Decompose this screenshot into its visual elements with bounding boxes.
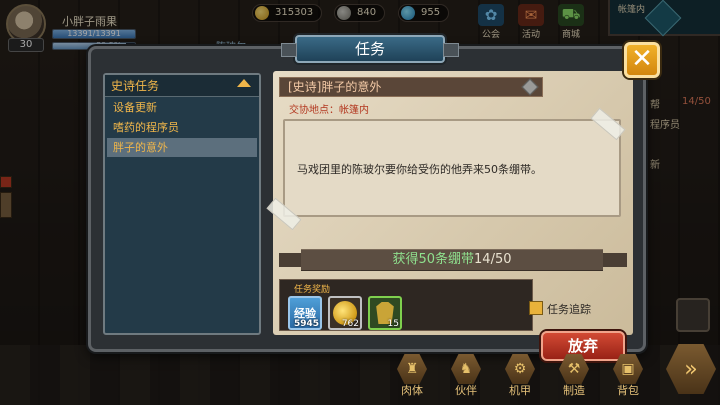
bolt-icon [521,78,539,96]
quest-category-header[interactable]: 史诗任务 [105,75,259,97]
bottom-backpack-button[interactable]: ▣ 背包 [608,354,648,400]
quest-description: 马戏团里的陈玻尔要你给受伤的他弄来50条绷带。 [297,163,542,176]
quest-title-bar: [史诗]胖子的意外 [279,77,543,97]
quest-dialog: 任务 史诗任务 设备更新 嗜药的程序员 胖子的意外 [史诗]胖子的意外 交协地点… [88,35,646,361]
quest-list-panel: 史诗任务 设备更新 嗜药的程序员 胖子的意外 [103,73,261,335]
quest-location: 交协地点：帐篷内 [289,105,369,116]
close-icon[interactable]: ✕ [624,42,660,78]
bottom-mech-button[interactable]: ⚙ 机甲 [500,354,540,400]
reward-gold[interactable]: 762 [328,296,362,330]
bottom-mech-label: 机甲 [509,384,531,397]
bottom-craft-label: 制造 [563,384,585,397]
reward-label: 任务奖励 [294,285,331,295]
dialog-title: 任务 [281,35,459,63]
bottom-body-button[interactable]: ♜ 肉体 [392,354,432,400]
bottom-body-label: 肉体 [401,384,423,397]
mech-icon: ⚙ [505,354,535,384]
reward-armor[interactable]: 15 [368,296,402,330]
quest-description-box: 马戏团里的陈玻尔要你给受伤的他弄来50条绷带。 [283,119,621,217]
track-checkbox[interactable] [529,301,543,315]
reward-gold-qty: 762 [341,319,359,329]
track-label: 任务追踪 [547,303,591,316]
quest-list-item[interactable]: 设备更新 [107,98,257,117]
bottom-partner-button[interactable]: ♞ 伙伴 [446,354,486,400]
quest-list-item[interactable]: 嗜药的程序员 [107,118,257,137]
quest-objective-bar: 获得50条绷带14/50 [301,249,603,271]
progress-right-cap [603,253,627,267]
quest-detail-panel: [史诗]胖子的意外 交协地点：帐篷内 马戏团里的陈玻尔要你给受伤的他弄来50条绷… [266,71,633,361]
objective-progress: 14/50 [474,252,512,267]
bottom-backpack-label: 背包 [617,384,639,397]
reward-armor-qty: 15 [387,319,399,329]
quest-title: [史诗]胖子的意外 [288,80,382,94]
chevron-up-icon [237,79,251,87]
reward-exp[interactable]: 经验 5945 [288,296,322,330]
partner-icon: ♞ [451,354,481,384]
quest-category-label: 史诗任务 [111,79,160,93]
bottom-partner-label: 伙伴 [455,384,477,397]
reward-exp-qty: 5945 [293,319,319,329]
reward-panel: 任务奖励 经验 5945 762 15 [279,279,533,331]
bottom-craft-button[interactable]: ⚒ 制造 [554,354,594,400]
body-icon: ♜ [397,354,427,384]
objective-text: 获得50条绷带 [392,252,475,267]
progress-left-cap [279,253,303,267]
craft-icon: ⚒ [559,354,589,384]
backpack-icon: ▣ [613,354,643,384]
quest-list-item-selected[interactable]: 胖子的意外 [107,138,257,157]
